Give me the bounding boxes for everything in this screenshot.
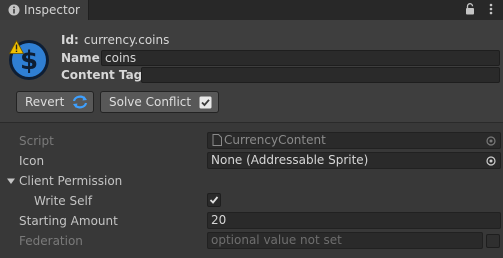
object-picker-icon	[486, 135, 496, 146]
content-tag-row: Content Tag:	[61, 66, 147, 84]
content-tag-label: Content Tag:	[61, 68, 148, 82]
icon-row: Icon None (Addressable Sprite)	[0, 151, 503, 171]
federation-toggle[interactable]	[486, 234, 500, 248]
federation-label: Federation	[19, 234, 83, 248]
tab-bar: Inspector	[0, 0, 503, 20]
inspector-header: $ Id: currency.coins Name: coins Content…	[0, 20, 503, 123]
warning-icon	[8, 39, 25, 54]
kebab-menu-icon[interactable]	[485, 2, 497, 16]
content-tag-field[interactable]	[141, 67, 500, 83]
starting-amount-row: Starting Amount 20	[0, 211, 503, 231]
federation-row: Federation optional value not set	[0, 231, 503, 251]
script-value: CurrencyContent	[224, 133, 326, 147]
name-field[interactable]: coins	[101, 50, 500, 66]
solve-conflict-label: Solve Conflict	[109, 95, 192, 109]
starting-amount-field[interactable]: 20	[207, 212, 501, 229]
solve-conflict-button[interactable]: Solve Conflict	[100, 91, 219, 113]
name-row: Name:	[61, 49, 105, 67]
script-label: Script	[19, 134, 54, 148]
revert-button[interactable]: Revert	[16, 91, 94, 113]
client-permission-row[interactable]: Client Permission	[0, 171, 503, 191]
icon-value: None (Addressable Sprite)	[211, 153, 369, 167]
object-picker-icon[interactable]	[486, 155, 496, 166]
foldout-arrow-icon[interactable]	[6, 175, 16, 185]
checkbox-checked-icon	[199, 96, 212, 109]
id-label: Id:	[61, 33, 79, 47]
properties-panel: Script CurrencyContent Icon None (Addres…	[0, 123, 503, 258]
name-label: Name:	[61, 51, 105, 65]
script-row: Script CurrencyContent	[0, 131, 503, 151]
info-icon	[8, 4, 20, 16]
inspector-tab[interactable]: Inspector	[0, 0, 89, 20]
id-row: Id: currency.coins	[61, 31, 169, 49]
lock-icon[interactable]	[464, 2, 476, 16]
script-field: CurrencyContent	[207, 132, 501, 149]
federation-field: optional value not set	[207, 232, 483, 249]
icon-label: Icon	[19, 154, 45, 168]
write-self-row: Write Self	[0, 191, 503, 211]
write-self-label: Write Self	[34, 194, 93, 208]
icon-field[interactable]: None (Addressable Sprite)	[207, 152, 501, 169]
client-permission-label: Client Permission	[19, 174, 123, 188]
id-value: currency.coins	[83, 33, 170, 47]
revert-label: Revert	[25, 95, 65, 109]
script-file-icon	[212, 134, 222, 150]
starting-amount-label: Starting Amount	[19, 214, 118, 228]
tab-title: Inspector	[24, 3, 80, 17]
refresh-icon	[72, 95, 88, 109]
write-self-checkbox[interactable]	[207, 193, 221, 207]
